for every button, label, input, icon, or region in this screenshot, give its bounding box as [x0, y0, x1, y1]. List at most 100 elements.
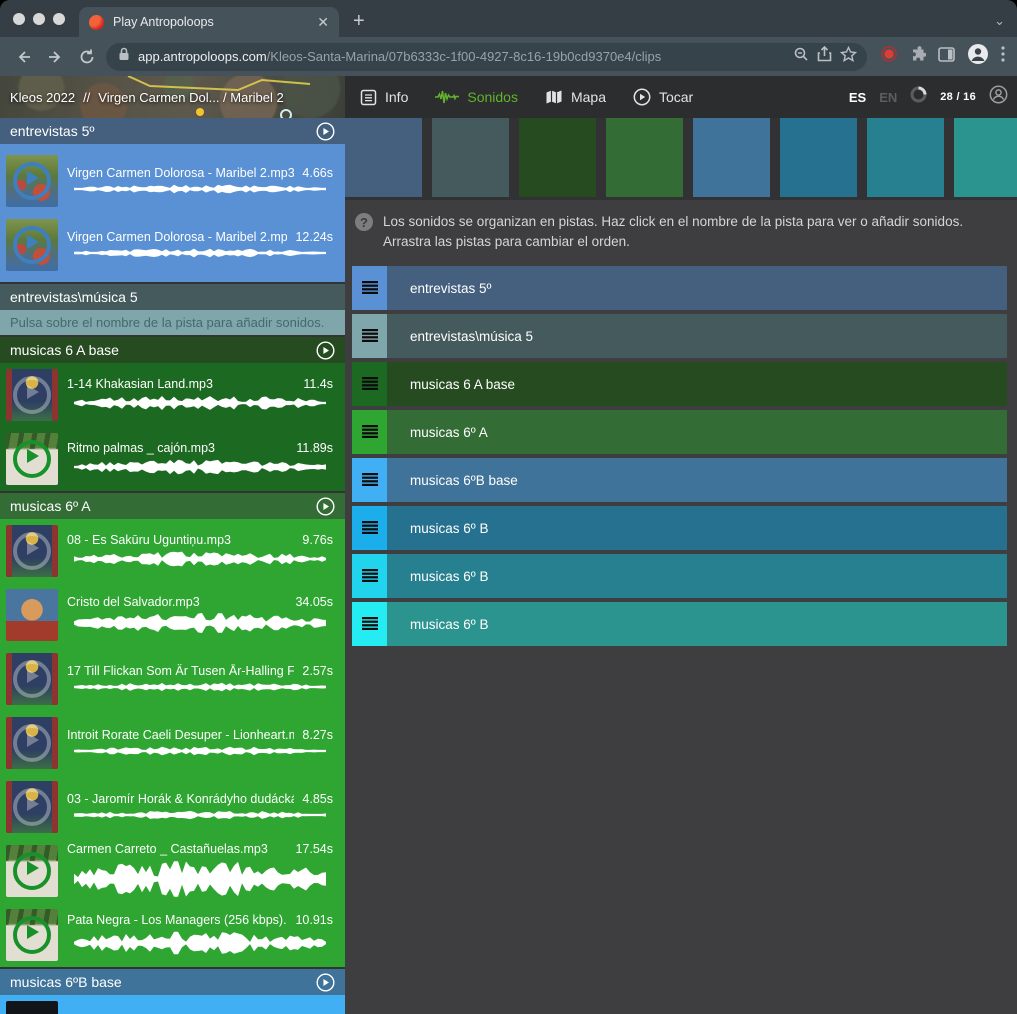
drag-handle[interactable]	[352, 410, 387, 454]
clip-thumbnail[interactable]	[6, 525, 58, 577]
browser-tab[interactable]: Play Antropoloops ✕	[79, 7, 339, 37]
clip-filename: Ritmo palmas _ cajón.mp3	[67, 441, 288, 455]
new-tab-button[interactable]: +	[353, 11, 365, 31]
play-track-icon[interactable]	[316, 341, 335, 360]
clip-item[interactable]: Cristo del Salvador.mp334.05s	[0, 583, 345, 647]
clip-thumbnail[interactable]	[6, 219, 58, 271]
drag-handle[interactable]	[352, 506, 387, 550]
close-window-button[interactable]	[13, 13, 25, 25]
sidebar-track-header[interactable]: musicas 6º A	[0, 493, 345, 519]
track-name: musicas 6ºB base	[387, 473, 518, 488]
extensions-puzzle-icon[interactable]	[909, 46, 926, 68]
tracks-main-panel: ? Los sonidos se organizan en pistas. Ha…	[345, 118, 1017, 1014]
tab-mapa[interactable]: Mapa	[545, 89, 606, 105]
clip-meta: 08 - Es Sakūru Uguntiņu.mp39.76s	[67, 533, 333, 547]
macos-traffic-lights[interactable]	[0, 0, 79, 37]
play-track-icon[interactable]	[316, 122, 335, 141]
track-color-swatch[interactable]	[780, 118, 857, 197]
clip-item[interactable]: Virgen Carmen Dolorosa - Maribel 2.mp34.…	[0, 149, 345, 213]
track-color-swatch[interactable]	[519, 118, 596, 197]
browser-menu-kebab-icon[interactable]	[1001, 46, 1005, 67]
back-button[interactable]	[10, 44, 36, 70]
clip-meta: 17 Till Flickan Som Är Tusen År-Halling …	[67, 664, 333, 678]
drag-handle[interactable]	[352, 362, 387, 406]
clip-meta: Carmen Carreto _ Castañuelas.mp317.54s	[67, 842, 333, 856]
user-profile-icon[interactable]	[989, 85, 1008, 109]
clip-item[interactable]: 03 - Jaromír Horák & Konrádyho dudácká .…	[0, 775, 345, 839]
track-row[interactable]: musicas 6º B	[352, 506, 1007, 550]
clip-item[interactable]: Virgen Carmen Dolorosa - Maribel 2.mp312…	[0, 213, 345, 277]
url-bar[interactable]: app.antropoloops.com/Kleos-Santa-Marina/…	[106, 43, 867, 71]
side-panel-icon[interactable]	[938, 47, 955, 67]
clip-thumbnail[interactable]	[6, 369, 58, 421]
play-track-icon[interactable]	[316, 973, 335, 992]
clip-thumbnail[interactable]	[6, 909, 58, 961]
url-text[interactable]: app.antropoloops.com/Kleos-Santa-Marina/…	[138, 49, 785, 64]
clip-thumbnail[interactable]	[6, 653, 58, 705]
minimize-window-button[interactable]	[33, 13, 45, 25]
drag-handle[interactable]	[352, 602, 387, 646]
track-row[interactable]: entrevistas 5º	[352, 266, 1007, 310]
tab-info[interactable]: Info	[360, 89, 408, 106]
sidebar-track-header[interactable]: entrevistas\música 5	[0, 284, 345, 310]
map-preview-strip[interactable]: Kleos 2022 // Virgen Carmen Dol... / Mar…	[0, 76, 345, 118]
track-color-swatch[interactable]	[867, 118, 944, 197]
track-row[interactable]: entrevistas\música 5	[352, 314, 1007, 358]
clip-thumbnail[interactable]	[6, 589, 58, 641]
sidebar-track-header[interactable]: musicas 6 A base	[0, 337, 345, 363]
drag-handle[interactable]	[352, 314, 387, 358]
sidebar-track-section: entrevistas\música 5Pulsa sobre el nombr…	[0, 284, 345, 335]
play-track-icon[interactable]	[316, 497, 335, 516]
track-row[interactable]: musicas 6º B	[352, 602, 1007, 646]
track-row[interactable]: musicas 6º B	[352, 554, 1007, 598]
clip-item[interactable]: 1-14 Khakasian Land.mp311.4s	[0, 363, 345, 427]
forward-button[interactable]	[42, 44, 68, 70]
track-color-swatch[interactable]	[432, 118, 509, 197]
reload-button[interactable]	[74, 44, 100, 70]
tab-close-icon[interactable]: ✕	[317, 15, 329, 29]
bookmark-star-icon[interactable]	[840, 46, 857, 67]
track-color-swatch[interactable]	[954, 118, 1017, 197]
share-icon[interactable]	[817, 46, 832, 67]
sidebar-track-header[interactable]: musicas 6ºB base	[0, 969, 345, 995]
breadcrumb-project[interactable]: Kleos 2022	[10, 90, 75, 105]
clip-item[interactable]: Carmen Carreto _ Castañuelas.mp317.54s	[0, 839, 345, 903]
tab-sonidos[interactable]: Sonidos	[435, 89, 518, 105]
track-row[interactable]: musicas 6 A base	[352, 362, 1007, 406]
clip-thumbnail[interactable]	[6, 1001, 58, 1014]
recording-indicator-icon[interactable]	[881, 46, 897, 67]
track-color-swatch[interactable]	[693, 118, 770, 197]
clip-meta: Ritmo palmas _ cajón.mp311.89s	[67, 441, 333, 455]
sidebar-track-header[interactable]: entrevistas 5º	[0, 118, 345, 144]
clip-item[interactable]: BASE Pata Negra - Los Managers3.77s	[0, 995, 345, 1014]
drag-handle-icon	[362, 329, 378, 343]
track-row[interactable]: musicas 6º A	[352, 410, 1007, 454]
tab-tocar[interactable]: Tocar	[633, 88, 693, 106]
breadcrumb-trail[interactable]: Virgen Carmen Dol... / Maribel 2	[98, 90, 283, 105]
drag-handle[interactable]	[352, 554, 387, 598]
clip-item[interactable]: 17 Till Flickan Som Är Tusen År-Halling …	[0, 647, 345, 711]
clip-item[interactable]: Ritmo palmas _ cajón.mp311.89s	[0, 427, 345, 491]
drag-handle[interactable]	[352, 458, 387, 502]
zoom-page-icon[interactable]	[793, 46, 809, 67]
clip-thumbnail[interactable]	[6, 717, 58, 769]
track-row[interactable]: musicas 6ºB base	[352, 458, 1007, 502]
clip-thumbnail[interactable]	[6, 845, 58, 897]
track-color-swatch[interactable]	[606, 118, 683, 197]
browser-profile-avatar[interactable]	[967, 43, 989, 70]
zoom-window-button[interactable]	[53, 13, 65, 25]
breadcrumb[interactable]: Kleos 2022 // Virgen Carmen Dol... / Mar…	[0, 90, 284, 105]
clip-thumbnail[interactable]	[6, 433, 58, 485]
clip-item[interactable]: 08 - Es Sakūru Uguntiņu.mp39.76s	[0, 519, 345, 583]
lang-en-button[interactable]: EN	[879, 90, 897, 105]
tab-search-chevron-icon[interactable]: ⌄	[994, 13, 1005, 29]
clip-thumbnail[interactable]	[6, 155, 58, 207]
play-overlay-icon	[13, 162, 51, 200]
lang-es-button[interactable]: ES	[849, 90, 866, 105]
clip-thumbnail[interactable]	[6, 781, 58, 833]
clip-item[interactable]: Pata Negra - Los Managers (256 kbps).mp3…	[0, 903, 345, 967]
clip-item[interactable]: Introit Rorate Caeli Desuper - Lionheart…	[0, 711, 345, 775]
drag-handle[interactable]	[352, 266, 387, 310]
track-color-swatch[interactable]	[345, 118, 422, 197]
lock-icon[interactable]	[118, 47, 130, 66]
